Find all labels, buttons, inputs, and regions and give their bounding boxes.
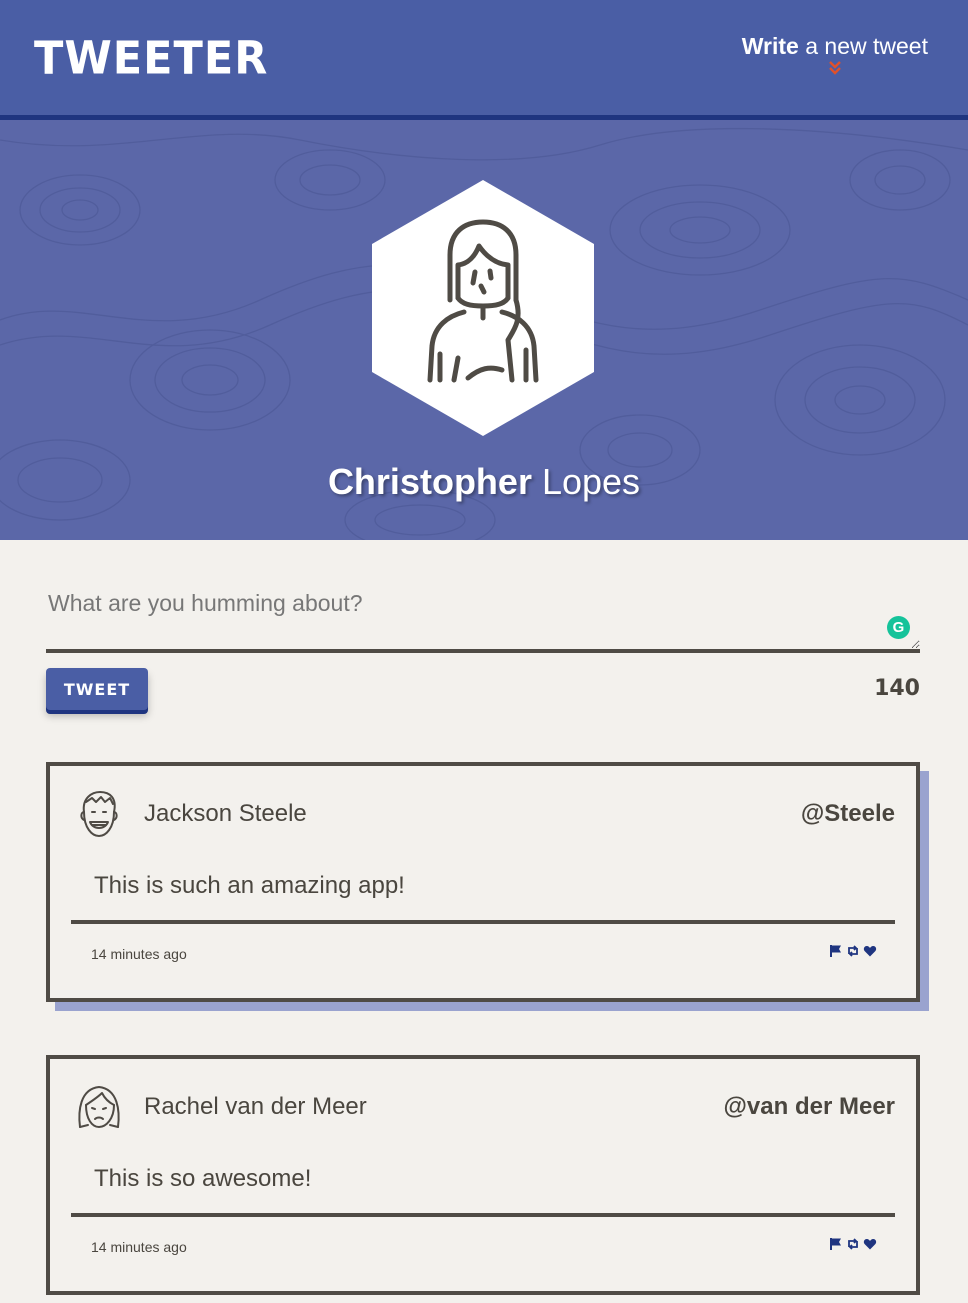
write-new-tweet-toggle[interactable]: Write a new tweet (742, 33, 928, 76)
tweet-content: This is so awesome! (94, 1165, 312, 1192)
smiling-man-avatar-icon (80, 791, 118, 837)
compose-label-rest: a new tweet (798, 33, 928, 59)
tweet-header: Jackson Steele @Steele (50, 766, 916, 856)
tweet-content: This is such an amazing app! (94, 872, 405, 899)
tweet-header: Rachel van der Meer @van der Meer (50, 1059, 916, 1149)
heart-icon[interactable] (863, 1237, 877, 1251)
tweet-author-name: Jackson Steele (144, 800, 307, 827)
profile-header: Christopher Lopes (0, 120, 968, 540)
tweet-timestamp: 14 minutes ago (91, 1239, 187, 1255)
tweet-author-handle[interactable]: @van der Meer (724, 1093, 895, 1121)
heart-icon[interactable] (863, 944, 877, 958)
double-chevron-down-icon (829, 61, 841, 75)
flag-icon[interactable] (829, 1237, 843, 1251)
retweet-icon[interactable] (846, 1237, 860, 1251)
tweet-composer: G TWEET 140 (46, 580, 920, 710)
tweet-actions (829, 1237, 877, 1251)
character-counter: 140 (874, 676, 920, 701)
retweet-icon[interactable] (846, 944, 860, 958)
tweet-input[interactable] (46, 580, 920, 653)
tweet-timestamp: 14 minutes ago (91, 946, 187, 962)
woman-avatar-icon (78, 1086, 120, 1128)
grammarly-icon[interactable]: G (887, 616, 910, 639)
profile-last-name: Lopes (541, 461, 641, 502)
flag-icon[interactable] (829, 944, 843, 958)
profile-name: Christopher Lopes (0, 461, 968, 503)
tweet-footer: 14 minutes ago (71, 920, 895, 998)
compose-label-bold: Write (741, 33, 799, 59)
top-nav: TWEETER Write a new tweet (0, 0, 968, 120)
tweet-card: Jackson Steele @Steele This is such an a… (46, 762, 920, 1002)
tweet-author-handle[interactable]: @Steele (801, 800, 895, 828)
tweet-card: Rachel van der Meer @van der Meer This i… (46, 1055, 920, 1295)
tweet-button[interactable]: TWEET (46, 668, 148, 710)
tweet-author-name: Rachel van der Meer (144, 1093, 367, 1120)
profile-avatar[interactable] (372, 180, 594, 436)
profile-first-name: Christopher (327, 461, 532, 502)
logo[interactable]: TWEETER (34, 33, 268, 86)
tweet-footer: 14 minutes ago (71, 1213, 895, 1291)
tweet-actions (829, 944, 877, 958)
